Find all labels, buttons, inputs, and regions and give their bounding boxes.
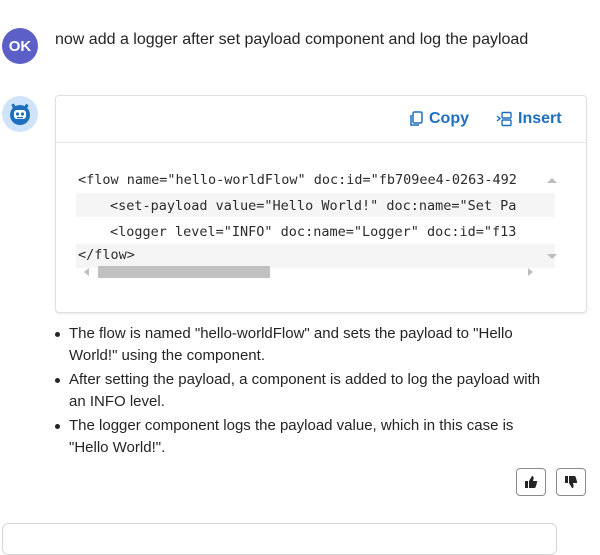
insert-button[interactable]: Insert: [496, 110, 562, 128]
vertical-scrollbar[interactable]: [546, 176, 558, 264]
user-avatar: OK: [2, 28, 38, 64]
list-item: After setting the payload, a component i…: [55, 369, 555, 413]
thumbs-up-button[interactable]: [516, 468, 546, 496]
code-line: <logger level="INFO" doc:name="Logger" d…: [110, 224, 517, 240]
copy-label: Copy: [429, 110, 469, 127]
bot-face-icon: [10, 103, 30, 125]
code-toolbar: Copy Insert: [56, 96, 586, 143]
list-item: The logger component logs the payload va…: [55, 415, 555, 459]
thumbs-down-icon: [565, 476, 578, 488]
code-line: <flow name="hello-worldFlow" doc:id="fb7…: [78, 172, 517, 188]
insert-icon: [496, 111, 512, 127]
explanation-list: The flow is named "hello-worldFlow" and …: [55, 323, 555, 461]
list-item: The flow is named "hello-worldFlow" and …: [55, 323, 555, 367]
code-line: </flow>: [78, 247, 135, 263]
user-message: now add a logger after set payload compo…: [55, 31, 529, 48]
chat-input[interactable]: [2, 523, 557, 555]
code-card: Copy Insert <flow name="hello-worldFlow"…: [55, 95, 587, 313]
scroll-left-icon[interactable]: [84, 268, 89, 276]
thumbs-up-icon: [525, 476, 538, 488]
copy-icon: [410, 111, 423, 126]
scroll-down-icon[interactable]: [547, 254, 557, 259]
copy-button[interactable]: Copy: [409, 110, 469, 128]
user-avatar-initials: OK: [8, 37, 32, 55]
horizontal-scroll-thumb[interactable]: [98, 266, 270, 278]
scroll-right-icon[interactable]: [528, 268, 533, 276]
horizontal-scrollbar[interactable]: [78, 262, 538, 280]
thumbs-down-button[interactable]: [556, 468, 586, 496]
bot-avatar: [2, 96, 38, 132]
code-line: <set-payload value="Hello World!" doc:na…: [110, 198, 517, 214]
insert-label: Insert: [518, 110, 562, 127]
scroll-up-icon[interactable]: [547, 178, 557, 183]
